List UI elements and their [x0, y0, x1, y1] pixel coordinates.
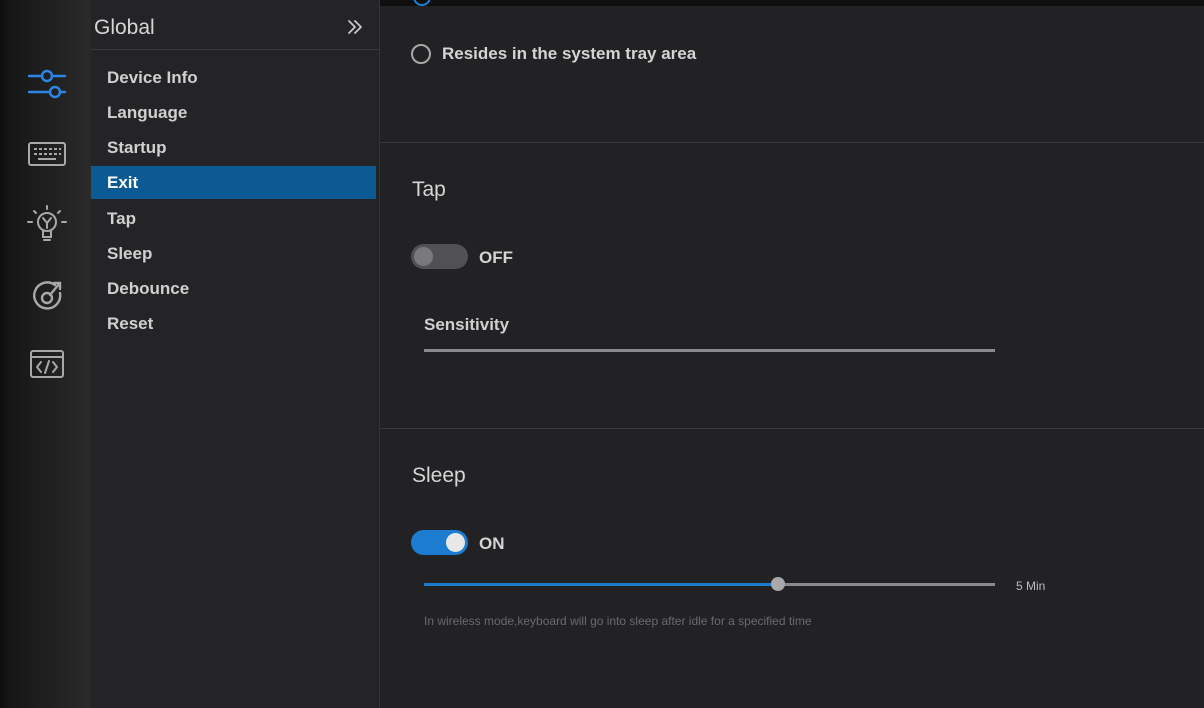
nav-header: Global: [91, 0, 379, 50]
nav-item-debounce[interactable]: Debounce: [91, 272, 376, 305]
sleep-toggle[interactable]: [411, 530, 468, 555]
toggle-knob: [414, 247, 433, 266]
nav-item-language[interactable]: Language: [91, 96, 376, 129]
icon-rail: [0, 0, 91, 708]
nav-title: Global: [94, 16, 155, 39]
rail-settings-button[interactable]: [23, 60, 71, 108]
toggle-knob: [446, 533, 465, 552]
nav-item-label: Tap: [107, 209, 136, 228]
rail-keyboard-button[interactable]: [23, 130, 71, 178]
nav-item-sleep[interactable]: Sleep: [91, 237, 376, 270]
nav-item-label: Device Info: [107, 68, 198, 87]
code-icon: [30, 350, 64, 378]
rail-advanced-button[interactable]: [23, 340, 71, 388]
sleep-section-title: Sleep: [412, 464, 466, 487]
rail-macro-button[interactable]: [23, 273, 71, 321]
app-window: Global Device Info Language Startup Exit: [0, 0, 1204, 708]
tap-section-title: Tap: [412, 178, 446, 201]
radio-label: Resides in the system tray area: [442, 44, 697, 63]
nav-item-label: Startup: [107, 138, 167, 157]
nav-item-label: Exit: [107, 173, 139, 192]
rail-lighting-button[interactable]: [23, 201, 71, 249]
sensitivity-label: Sensitivity: [424, 315, 510, 334]
slider-thumb[interactable]: [771, 577, 786, 591]
sliders-icon: [27, 69, 67, 99]
settings-content: Resides in the system tray area Tap OFF …: [380, 0, 1204, 708]
nav-item-label: Language: [107, 103, 188, 122]
nav-item-label: Debounce: [107, 279, 190, 298]
macro-icon: [33, 281, 62, 310]
section-divider: [380, 428, 1204, 429]
nav-item-label: Sleep: [107, 244, 153, 263]
section-divider: [380, 142, 1204, 143]
sensitivity-slider[interactable]: [424, 349, 995, 352]
top-edge: [380, 0, 1204, 6]
sleep-time-slider[interactable]: [424, 577, 995, 591]
settings-nav-panel: Global Device Info Language Startup Exit: [91, 0, 380, 708]
tap-toggle-state: OFF: [479, 248, 513, 267]
sleep-time-value: 5 Min: [1016, 579, 1046, 593]
sleep-toggle-state: ON: [479, 534, 505, 553]
nav-item-reset[interactable]: Reset: [91, 307, 376, 340]
nav-item-label: Reset: [107, 314, 154, 333]
keyboard-icon: [28, 142, 66, 166]
sleep-hint-text: In wireless mode,keyboard will go into s…: [424, 614, 812, 628]
collapse-button[interactable]: [346, 18, 364, 36]
slider-fill: [424, 583, 779, 586]
nav-item-exit[interactable]: Exit: [91, 166, 376, 199]
nav-item-tap[interactable]: Tap: [91, 202, 376, 235]
tap-toggle[interactable]: [411, 244, 468, 269]
nav-item-device-info[interactable]: Device Info: [91, 61, 376, 94]
lightbulb-icon: [27, 205, 67, 241]
radio-button[interactable]: [411, 44, 431, 64]
double-chevron-right-icon: [348, 20, 362, 34]
nav-item-startup[interactable]: Startup: [91, 131, 376, 164]
